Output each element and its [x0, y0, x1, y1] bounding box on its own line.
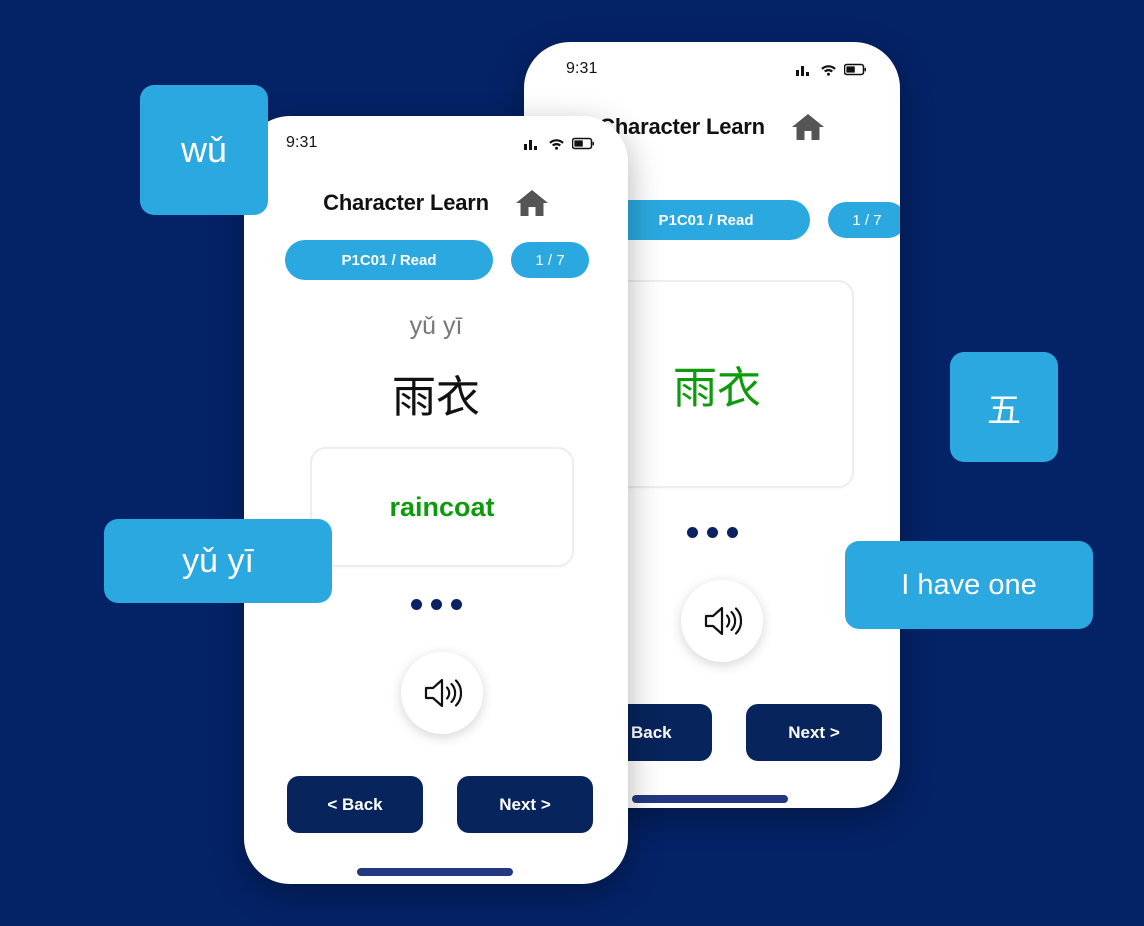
- answer-text: raincoat: [389, 491, 495, 522]
- status-time: 9:31: [566, 60, 598, 77]
- battery-icon: [572, 137, 594, 149]
- progress-count-pill[interactable]: 1 / 7: [511, 242, 589, 278]
- wifi-icon: [821, 64, 836, 76]
- battery-icon: [844, 63, 866, 75]
- progress-dot: [706, 527, 718, 538]
- signal-bars-icon: [524, 139, 537, 150]
- speaker-button-front[interactable]: [401, 652, 483, 734]
- next-button[interactable]: Next >: [746, 704, 882, 761]
- answer-card-front[interactable]: raincoat: [310, 447, 574, 567]
- callout-chip-yuyi-pinyin: yǔ yī: [104, 519, 332, 603]
- lesson-pill[interactable]: P1C01 / Read: [285, 240, 493, 280]
- status-bar-back: 9:31: [524, 42, 900, 86]
- page-title: Character Learn: [323, 190, 489, 215]
- lesson-pill[interactable]: P1C01 / Read: [602, 200, 810, 240]
- home-icon[interactable]: [515, 188, 549, 218]
- poster-stage: 9:31 Character Learn P1C01 / Read 1 / 7 …: [0, 0, 1144, 926]
- progress-dot: [430, 599, 442, 610]
- progress-count-pill[interactable]: 1 / 7: [828, 202, 900, 238]
- speaker-icon: [704, 606, 742, 636]
- callout-chip-wu-pinyin: wǔ: [140, 85, 268, 215]
- home-icon[interactable]: [791, 112, 825, 142]
- app-header-front: Character Learn: [244, 188, 628, 218]
- progress-dot: [726, 527, 738, 538]
- next-button[interactable]: Next >: [457, 776, 593, 833]
- signal-bars-icon: [796, 65, 809, 76]
- progress-dot: [686, 527, 698, 538]
- callout-chip-wu-hanzi: 五: [950, 352, 1058, 462]
- pill-row-front: P1C01 / Read 1 / 7: [285, 240, 589, 280]
- progress-dot: [410, 599, 422, 610]
- callout-chip-i-have-one: I have one: [845, 541, 1093, 629]
- speaker-button-back[interactable]: [681, 580, 763, 662]
- speaker-icon: [424, 678, 462, 708]
- home-indicator-front: [357, 868, 513, 876]
- word-hanzi: 雨衣: [392, 372, 480, 423]
- status-bar-front: 9:31: [244, 116, 628, 160]
- phone-mockup-front: 9:31 Character Learn P1C01 / Read 1 / 7 …: [244, 116, 628, 884]
- nav-row-front: < Back Next >: [287, 776, 593, 833]
- home-indicator-back: [632, 795, 788, 803]
- status-icon-group: [524, 137, 594, 150]
- back-button[interactable]: < Back: [287, 776, 423, 833]
- pill-row-back: P1C01 / Read 1 / 7: [602, 200, 900, 240]
- progress-dot: [450, 599, 462, 610]
- status-icon-group: [796, 63, 866, 76]
- wifi-icon: [549, 138, 564, 150]
- status-time: 9:31: [286, 134, 318, 151]
- answer-text: 雨衣: [673, 363, 761, 414]
- word-pinyin: yǔ yī: [409, 312, 463, 340]
